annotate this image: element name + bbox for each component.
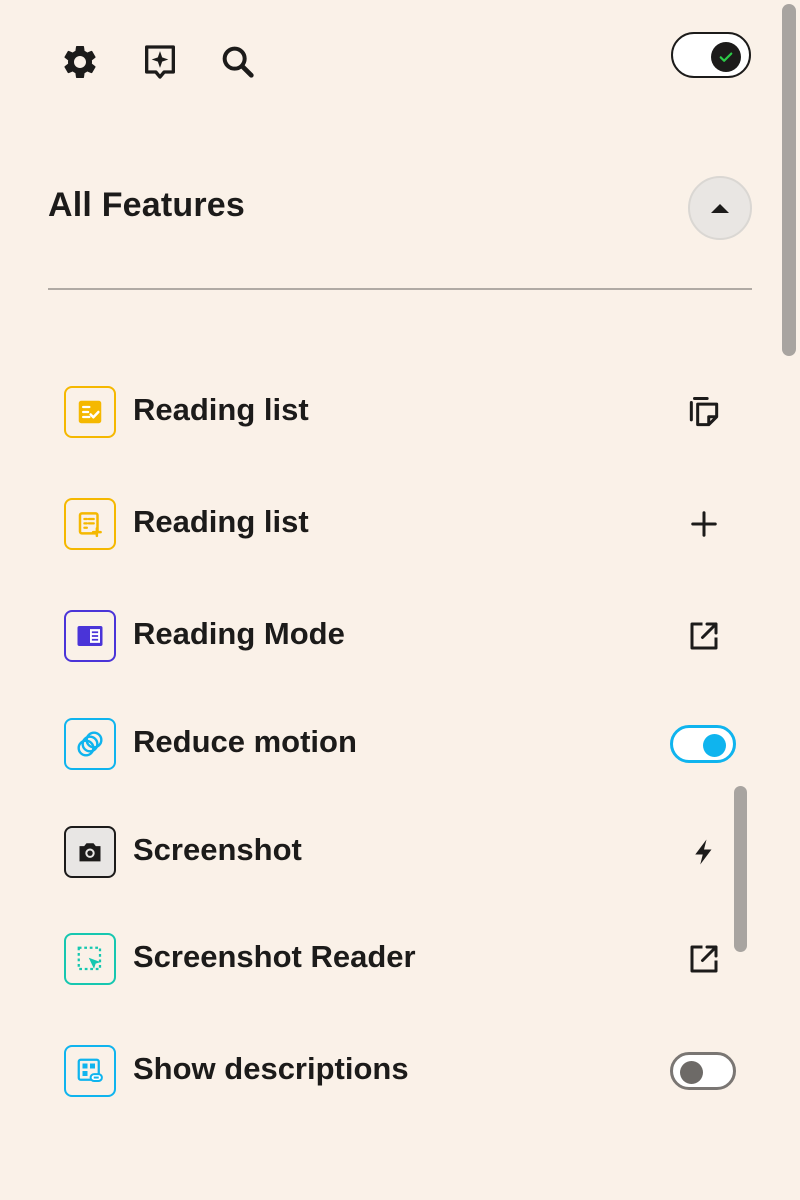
copy-button[interactable] — [680, 390, 728, 434]
feature-row-reading-list[interactable]: Reading list — [0, 382, 780, 442]
list-add-icon — [64, 498, 116, 550]
sparkle-bubble-icon — [145, 45, 175, 79]
reader-view-icon — [64, 610, 116, 662]
bolt-icon — [695, 839, 712, 865]
feature-label: Reading list — [133, 504, 309, 539]
section-title: All Features — [48, 186, 246, 224]
search-icon — [222, 46, 254, 78]
page-scrollbar-thumb[interactable] — [782, 4, 796, 356]
search-button[interactable] — [216, 40, 260, 84]
caret-up-icon — [711, 204, 729, 213]
camera-icon — [64, 826, 116, 878]
open-external-button[interactable] — [680, 614, 728, 658]
section-divider — [48, 288, 752, 290]
settings-button[interactable] — [58, 40, 102, 84]
feature-label: Screenshot — [133, 832, 302, 867]
feature-label: Screenshot Reader — [133, 939, 416, 974]
list-scrollbar-thumb[interactable] — [734, 786, 747, 952]
feature-label: Reduce motion — [133, 724, 357, 759]
toggle-knob — [711, 42, 741, 72]
quick-action-button[interactable] — [680, 830, 728, 874]
description-grid-icon — [64, 1045, 116, 1097]
show-descriptions-toggle[interactable] — [670, 1052, 736, 1090]
extension-enabled-toggle[interactable] — [671, 32, 751, 78]
add-button[interactable] — [680, 502, 728, 546]
open-external-button[interactable] — [680, 937, 728, 981]
selection-cursor-icon — [64, 933, 116, 985]
toggle-knob — [680, 1061, 703, 1084]
external-link-icon — [690, 945, 718, 973]
gear-icon — [64, 45, 96, 78]
motion-circles-icon — [64, 718, 116, 770]
toggle-knob — [703, 734, 726, 757]
feature-row-reading-list-add[interactable]: Reading list — [0, 494, 780, 554]
collapse-section-button[interactable] — [688, 176, 752, 240]
copy-icon — [689, 397, 719, 427]
checklist-icon — [64, 386, 116, 438]
feature-label: Show descriptions — [133, 1051, 409, 1086]
ai-assistant-button[interactable] — [138, 40, 182, 84]
feature-row-screenshot[interactable]: Screenshot — [0, 822, 780, 882]
feature-row-reading-mode[interactable]: Reading Mode — [0, 606, 780, 666]
feature-label: Reading Mode — [133, 616, 345, 651]
feature-row-reduce-motion[interactable]: Reduce motion — [0, 714, 780, 774]
reduce-motion-toggle[interactable] — [670, 725, 736, 763]
feature-label: Reading list — [133, 392, 309, 427]
check-icon — [719, 52, 733, 62]
feature-row-show-descriptions[interactable]: Show descriptions — [0, 1041, 780, 1101]
plus-icon — [691, 511, 717, 537]
feature-row-screenshot-reader[interactable]: Screenshot Reader — [0, 929, 780, 989]
external-link-icon — [690, 622, 718, 650]
